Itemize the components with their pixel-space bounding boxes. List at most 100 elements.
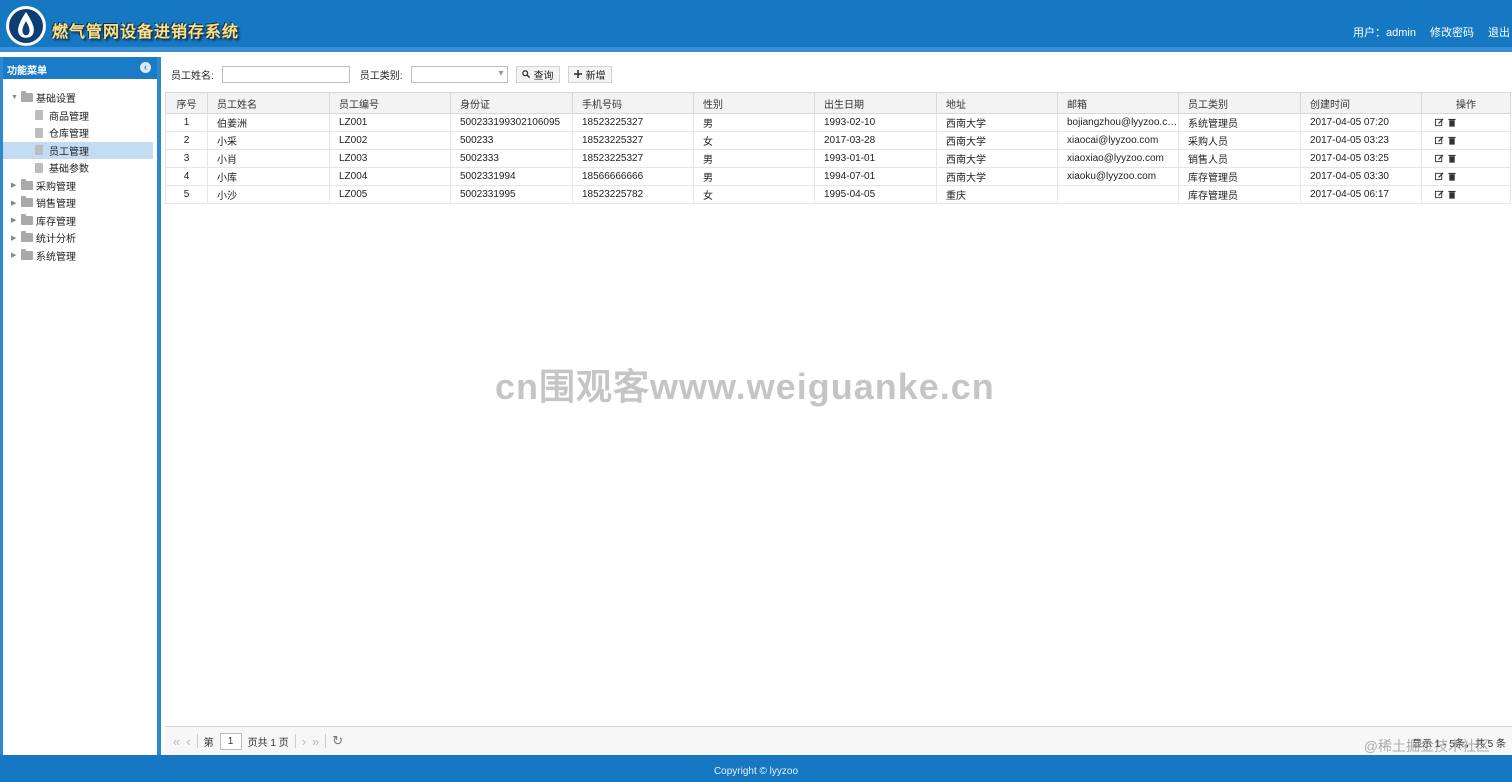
- actions-cell: [1421, 185, 1511, 204]
- table-cell: 4: [165, 167, 208, 186]
- tree-node-statistics[interactable]: ▶ 统计分析: [3, 229, 157, 247]
- column-header[interactable]: 员工类别: [1178, 92, 1301, 114]
- file-icon: [35, 127, 43, 138]
- table-cell: 1994-07-01: [814, 167, 937, 186]
- last-page-icon[interactable]: »: [312, 734, 319, 749]
- tree-node-params[interactable]: 基础参数: [3, 159, 157, 177]
- pagination-bar: « ‹ 第 1 页共 1 页 › » ↻ 显示 1 - 5条，共 5 条: [165, 726, 1512, 755]
- tree-node-label: 商品管理: [49, 111, 89, 123]
- column-header[interactable]: 邮箱: [1057, 92, 1179, 114]
- collapsed-arrow-icon[interactable]: ▶: [11, 199, 21, 207]
- file-icon: [35, 110, 43, 121]
- table-cell: 系统管理员: [1178, 113, 1301, 132]
- employee-type-select[interactable]: [410, 65, 508, 83]
- table-cell: 500233: [450, 131, 573, 150]
- logout-link[interactable]: 退出: [1488, 24, 1510, 40]
- table-cell: 2017-04-05 03:30: [1300, 167, 1422, 186]
- table-cell: 2017-04-05 06:17: [1300, 185, 1422, 204]
- collapsed-arrow-icon[interactable]: ▶: [11, 216, 21, 224]
- change-password-link[interactable]: 修改密码: [1430, 24, 1474, 40]
- collapsed-arrow-icon[interactable]: ▶: [11, 251, 21, 259]
- actions-cell: [1421, 113, 1511, 132]
- table-cell: xiaocai@lyyzoo.com: [1057, 131, 1179, 150]
- employee-name-input[interactable]: [221, 65, 350, 83]
- plus-icon: [573, 70, 582, 78]
- edit-icon[interactable]: [1435, 154, 1444, 163]
- table-cell: 小库: [207, 167, 330, 186]
- column-header[interactable]: 地址: [936, 92, 1058, 114]
- table-row[interactable]: 2 小采 LZ002 500233 18523225327 女 2017-03-28 西南大学…: [165, 131, 1511, 150]
- table-cell: LZ004: [329, 167, 451, 186]
- table-cell: 1993-02-10: [814, 113, 937, 132]
- prev-page-icon[interactable]: ‹: [186, 734, 190, 749]
- table-row[interactable]: 4 小库 LZ004 5002331994 18566666666 男 1994-07-01…: [165, 167, 1511, 186]
- logo-icon: [4, 4, 48, 48]
- column-header[interactable]: 出生日期: [814, 92, 937, 114]
- collapsed-arrow-icon[interactable]: ▶: [11, 181, 21, 189]
- column-header[interactable]: 序号: [165, 92, 208, 114]
- table-cell: 1: [165, 113, 208, 132]
- delete-icon[interactable]: [1448, 154, 1456, 163]
- table-cell: bojiangzhou@lyyzoo.com: [1057, 113, 1179, 132]
- table-cell: 18566666666: [572, 167, 694, 186]
- folder-icon: [21, 248, 33, 260]
- table-cell: 2017-04-05 03:23: [1300, 131, 1422, 150]
- edit-icon[interactable]: [1435, 118, 1444, 127]
- next-page-icon[interactable]: ›: [302, 734, 306, 749]
- tree-node-goods[interactable]: 商品管理: [3, 107, 157, 125]
- add-button[interactable]: 新增: [567, 65, 612, 83]
- column-header[interactable]: 手机号码: [572, 92, 694, 114]
- search-button[interactable]: 查询: [515, 65, 560, 83]
- table-cell: 女: [693, 185, 815, 204]
- employee-grid: 序号 员工姓名 员工编号 身份证 手机号码 性别 出生日期 地址 邮箱 员工类别…: [165, 92, 1512, 204]
- table-row[interactable]: 3 小肖 LZ003 5002333 18523225327 男 1993-01-01 西南大…: [165, 149, 1511, 168]
- edit-icon[interactable]: [1435, 190, 1444, 199]
- tree-node-label: 仓库管理: [49, 129, 89, 141]
- first-page-icon[interactable]: «: [173, 734, 180, 749]
- tree-node-system[interactable]: ▶ 系统管理: [3, 247, 157, 265]
- table-cell: 2017-04-05 07:20: [1300, 113, 1422, 132]
- table-header-row: 序号 员工姓名 员工编号 身份证 手机号码 性别 出生日期 地址 邮箱 员工类别…: [165, 92, 1511, 114]
- delete-icon[interactable]: [1448, 136, 1456, 145]
- table-cell: 小沙: [207, 185, 330, 204]
- table-cell: LZ003: [329, 149, 451, 168]
- tree-node-employee[interactable]: 员工管理: [3, 141, 153, 159]
- delete-icon[interactable]: [1448, 172, 1456, 181]
- file-icon: [35, 162, 43, 173]
- column-header[interactable]: 创建时间: [1300, 92, 1422, 114]
- column-header[interactable]: 性别: [693, 92, 815, 114]
- footer: Copyright © lyyzoo: [0, 755, 1512, 782]
- tree-node-sales[interactable]: ▶ 销售管理: [3, 194, 157, 212]
- table-cell: xiaoxiao@lyyzoo.com: [1057, 149, 1179, 168]
- column-header[interactable]: 员工编号: [329, 92, 451, 114]
- refresh-icon[interactable]: ↻: [332, 733, 343, 749]
- table-body: 1 伯姜洲 LZ001 500233199302106095 18523225327 男 1…: [165, 113, 1511, 204]
- tree-node-label: 员工管理: [49, 146, 89, 158]
- folder-icon: [21, 196, 33, 208]
- expand-arrow-icon[interactable]: ▼: [11, 94, 21, 101]
- tree-node-purchase[interactable]: ▶ 采购管理: [3, 177, 157, 195]
- app-header: 燃气管网设备进销存系统 用户：admin 修改密码 退出: [0, 0, 1512, 52]
- tree-node-label: 统计分析: [36, 234, 76, 246]
- table-cell: 重庆: [936, 185, 1058, 204]
- collapsed-arrow-icon[interactable]: ▶: [11, 234, 21, 242]
- table-cell: 小采: [207, 131, 330, 150]
- delete-icon[interactable]: [1448, 190, 1456, 199]
- collapse-left-icon[interactable]: ‹: [140, 62, 151, 73]
- table-row[interactable]: 5 小沙 LZ005 5002331995 18523225782 女 1995-04-05…: [165, 185, 1511, 204]
- tree-node-basic-settings[interactable]: ▼ 基础设置: [3, 89, 157, 107]
- folder-icon: [21, 213, 33, 225]
- tree-node-inventory[interactable]: ▶ 库存管理: [3, 212, 157, 230]
- menu-tree: ▼ 基础设置 商品管理 仓库管理 员工管理 基础参数 ▶ 采购管理 ▶ 销售管理…: [3, 79, 157, 264]
- table-cell: [1057, 185, 1179, 204]
- edit-icon[interactable]: [1435, 136, 1444, 145]
- edit-icon[interactable]: [1435, 172, 1444, 181]
- tree-node-warehouse[interactable]: 仓库管理: [3, 124, 157, 142]
- column-header[interactable]: 员工姓名: [207, 92, 330, 114]
- column-header[interactable]: 身份证: [450, 92, 573, 114]
- tree-node-label: 基础参数: [49, 164, 89, 176]
- page-number-input[interactable]: 1: [219, 732, 242, 750]
- delete-icon[interactable]: [1448, 118, 1456, 127]
- table-row[interactable]: 1 伯姜洲 LZ001 500233199302106095 18523225327 男 1…: [165, 113, 1511, 132]
- tree-node-label: 库存管理: [36, 216, 76, 228]
